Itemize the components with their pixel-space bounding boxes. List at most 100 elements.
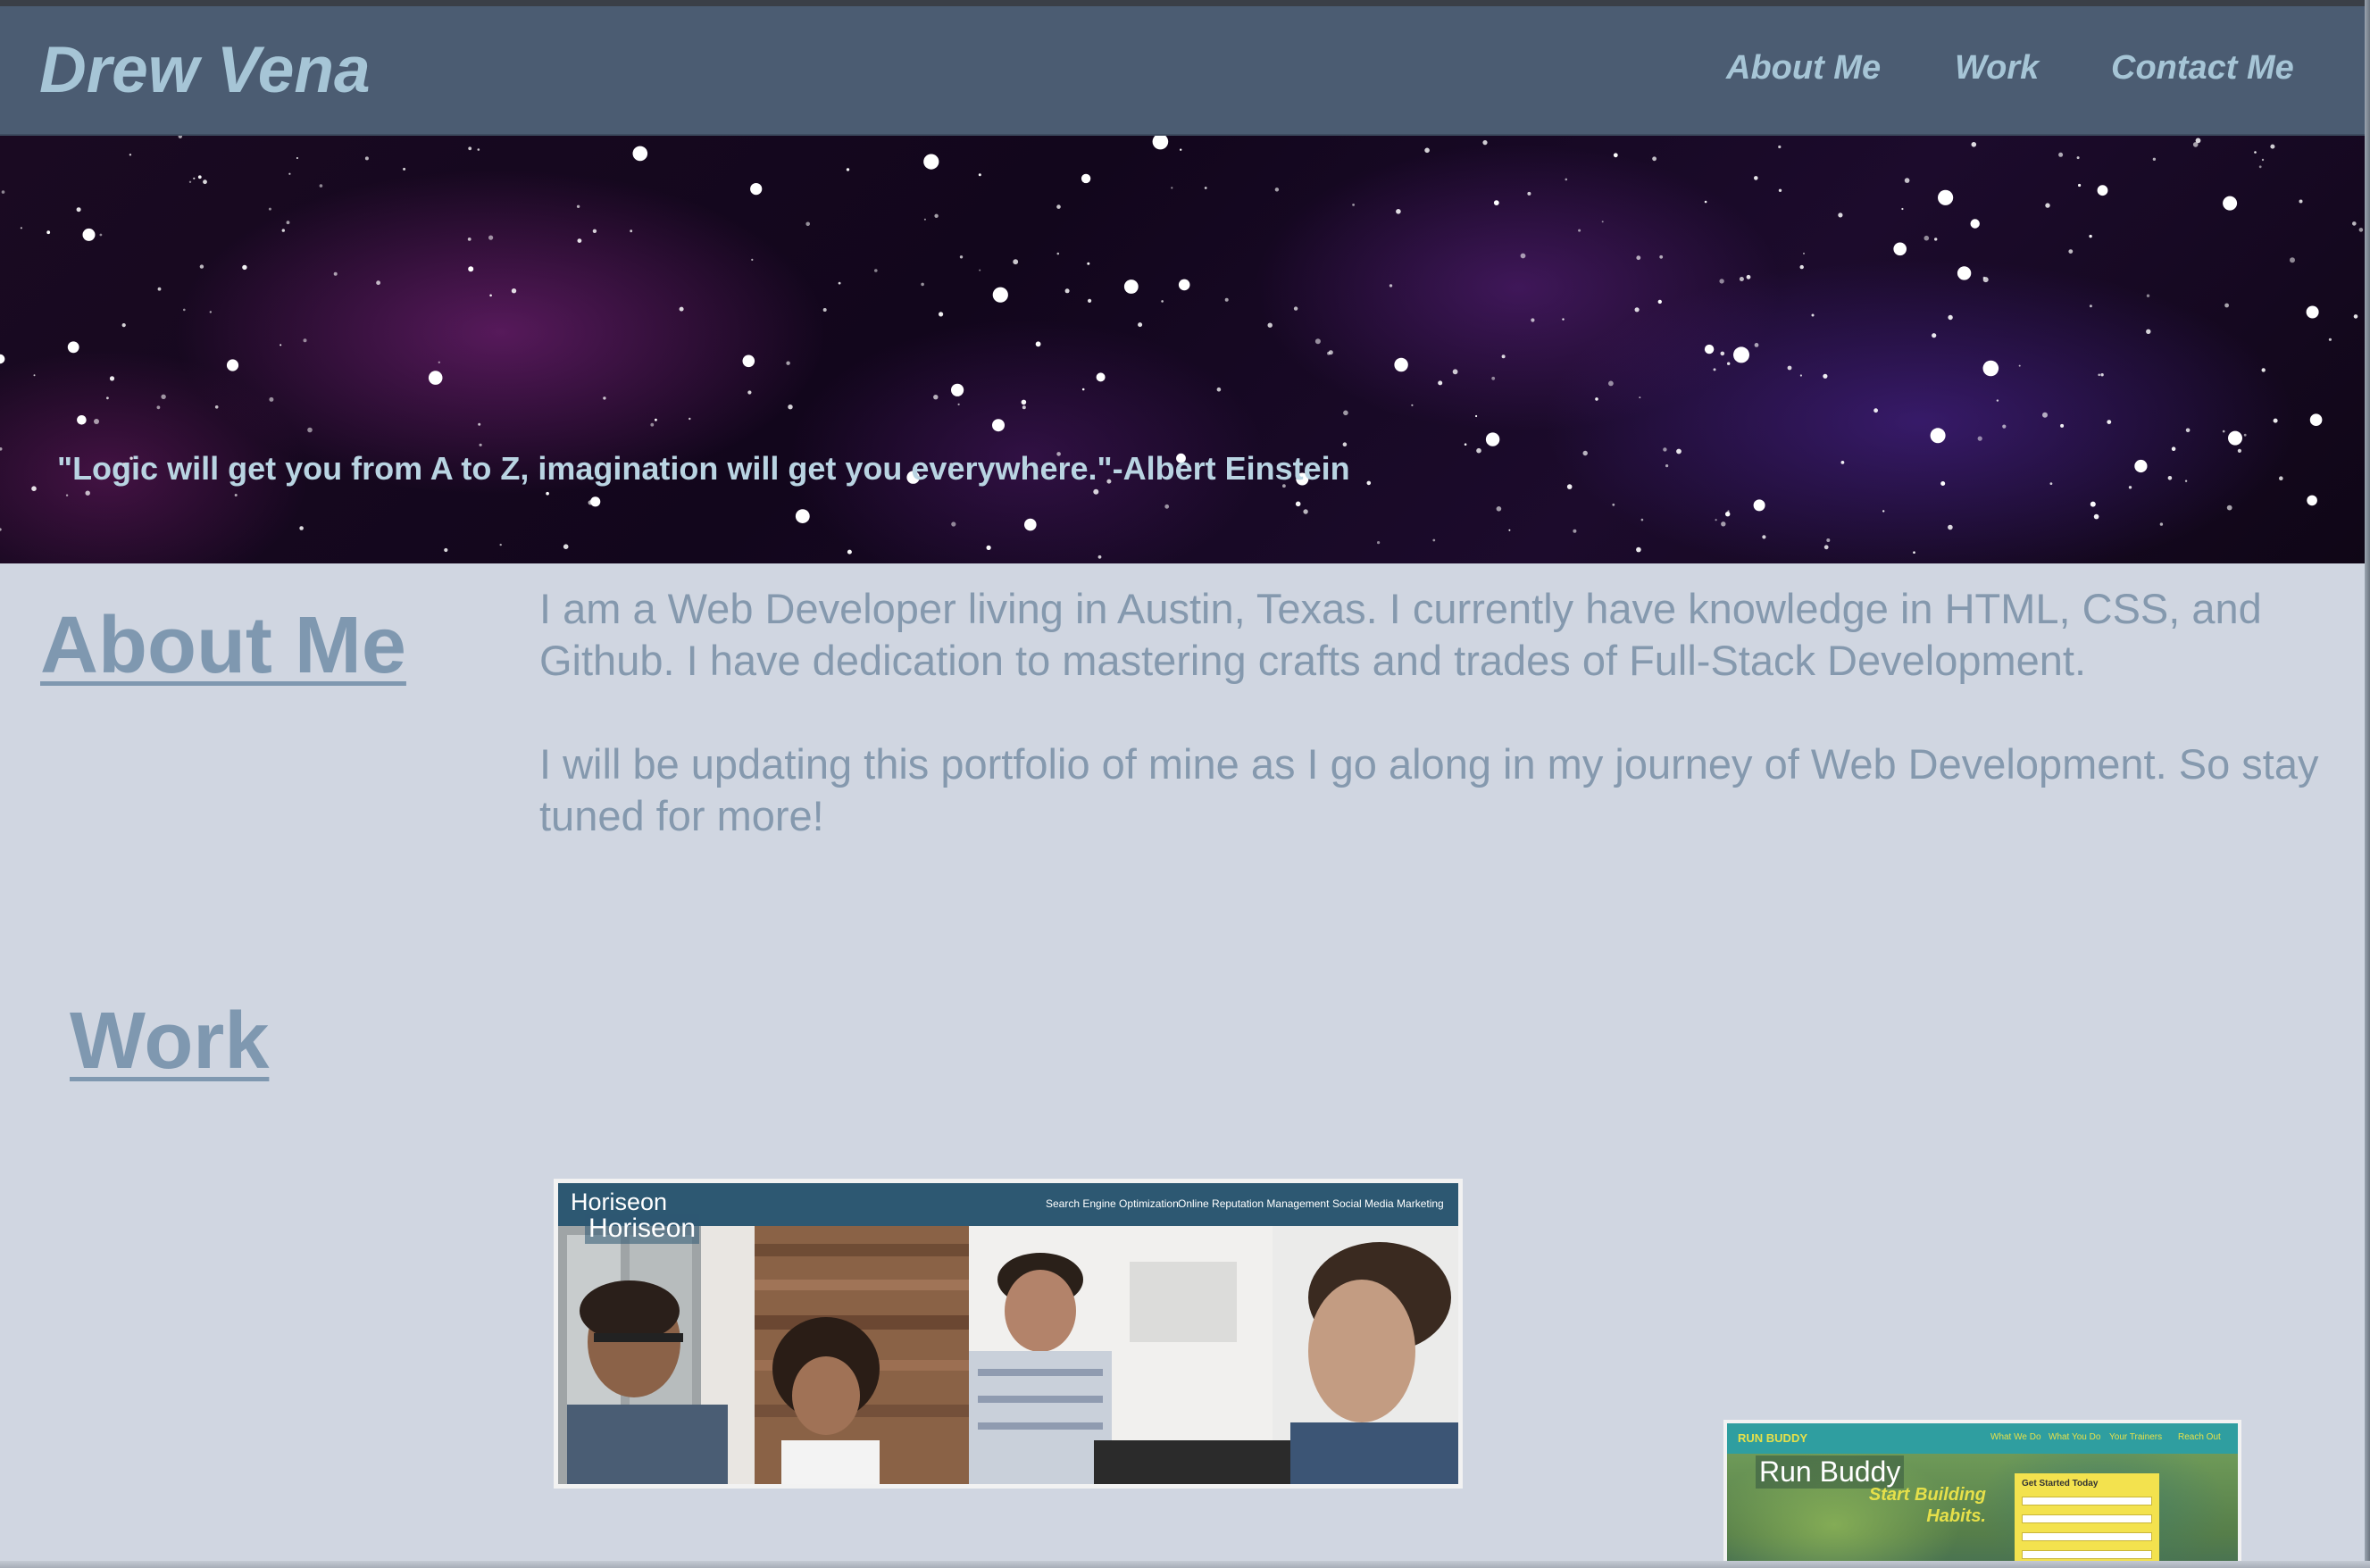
- star: [688, 417, 691, 421]
- bright-star: [2097, 185, 2108, 196]
- star: [477, 148, 480, 151]
- nav-link-about-me[interactable]: About Me: [1726, 49, 1881, 88]
- star: [242, 264, 247, 271]
- star: [1721, 521, 1726, 527]
- bright-star: [2134, 459, 2148, 473]
- bright-star: [951, 383, 964, 396]
- star: [1613, 153, 1618, 158]
- star: [1901, 207, 1904, 211]
- nav-link-work[interactable]: Work: [1955, 49, 2039, 88]
- star: [1787, 365, 1792, 371]
- star: [94, 419, 99, 424]
- star: [2279, 476, 2283, 480]
- star: [1913, 551, 1915, 554]
- star: [468, 266, 474, 272]
- bright-star: [1733, 346, 1749, 363]
- star: [364, 156, 369, 161]
- star: [1424, 147, 1430, 154]
- star: [1720, 351, 1725, 356]
- star: [2261, 158, 2265, 162]
- star: [2068, 249, 2074, 254]
- star: [269, 396, 274, 402]
- star: [1636, 546, 1641, 553]
- star: [1343, 410, 1348, 416]
- star: [1715, 519, 1717, 521]
- star: [576, 204, 580, 208]
- star: [1097, 555, 1102, 559]
- bright-star: [67, 341, 79, 354]
- star: [1934, 238, 1938, 241]
- star: [1739, 277, 1744, 281]
- star: [2089, 304, 2092, 308]
- star: [921, 282, 924, 287]
- bright-star: [2309, 413, 2323, 427]
- star: [403, 167, 406, 171]
- star: [193, 177, 196, 179]
- star: [1501, 354, 1506, 359]
- star: [786, 361, 790, 365]
- run-buddy-signup-form: Get Started Today: [2015, 1473, 2159, 1568]
- star: [499, 543, 502, 546]
- run-buddy-nav-what-you-do: What You Do: [2049, 1432, 2101, 1442]
- star: [234, 494, 238, 496]
- star: [303, 338, 307, 343]
- star: [1932, 333, 1937, 338]
- bright-star: [1930, 428, 1946, 444]
- starfield-image: [0, 136, 2364, 559]
- star: [1496, 506, 1502, 512]
- project-card-horiseon[interactable]: Horiseon Search Engine Optimization Onli…: [554, 1179, 1463, 1489]
- star: [1171, 187, 1173, 189]
- star: [978, 173, 981, 177]
- window-top-edge: [0, 0, 2370, 6]
- star: [1636, 255, 1641, 261]
- star: [76, 207, 81, 213]
- run-buddy-form-field: [2022, 1514, 2152, 1523]
- star: [1064, 288, 1070, 294]
- star: [1676, 448, 1682, 455]
- star: [1799, 374, 1802, 377]
- star: [288, 172, 291, 175]
- star: [1762, 535, 1766, 539]
- star: [1640, 518, 1644, 521]
- nav-link-contact-me[interactable]: Contact Me: [2111, 49, 2294, 88]
- star: [99, 233, 103, 237]
- star: [1904, 178, 1910, 183]
- star: [1778, 188, 1782, 192]
- star: [268, 207, 271, 211]
- star: [1088, 298, 1092, 303]
- star: [1565, 178, 1568, 181]
- star: [805, 221, 810, 227]
- bright-star: [1970, 219, 1980, 229]
- bright-star: [1152, 136, 1169, 150]
- about-paragraph-2: I will be updating this portfolio of min…: [539, 740, 2319, 839]
- star: [2192, 142, 2199, 147]
- star: [1924, 235, 1930, 241]
- star: [20, 227, 22, 229]
- star: [603, 396, 606, 400]
- star: [1432, 538, 1436, 542]
- star: [1727, 362, 1731, 365]
- star: [1022, 405, 1026, 410]
- star: [2128, 486, 2132, 489]
- run-buddy-form-field: [2022, 1550, 2152, 1559]
- star: [1464, 443, 1467, 446]
- star: [1475, 414, 1478, 418]
- star: [957, 403, 960, 405]
- site-brand[interactable]: Drew Vena: [39, 33, 371, 107]
- star: [178, 136, 182, 138]
- star: [438, 361, 440, 363]
- bright-star: [2228, 430, 2242, 446]
- star: [788, 405, 793, 410]
- run-buddy-tagline: Start Building Habits.: [1868, 1485, 1986, 1526]
- star: [129, 154, 132, 156]
- project-card-run-buddy[interactable]: RUN BUDDY What We Do What You Do Your Tr…: [1723, 1420, 2241, 1568]
- star: [1204, 187, 1207, 189]
- star: [923, 218, 926, 221]
- star: [161, 394, 166, 399]
- star: [747, 390, 752, 395]
- star: [1823, 373, 1828, 379]
- bright-star: [77, 415, 87, 425]
- horiseon-nav-seo: Search Engine Optimization: [1046, 1197, 1179, 1210]
- star: [1595, 397, 1598, 401]
- star: [1303, 509, 1308, 514]
